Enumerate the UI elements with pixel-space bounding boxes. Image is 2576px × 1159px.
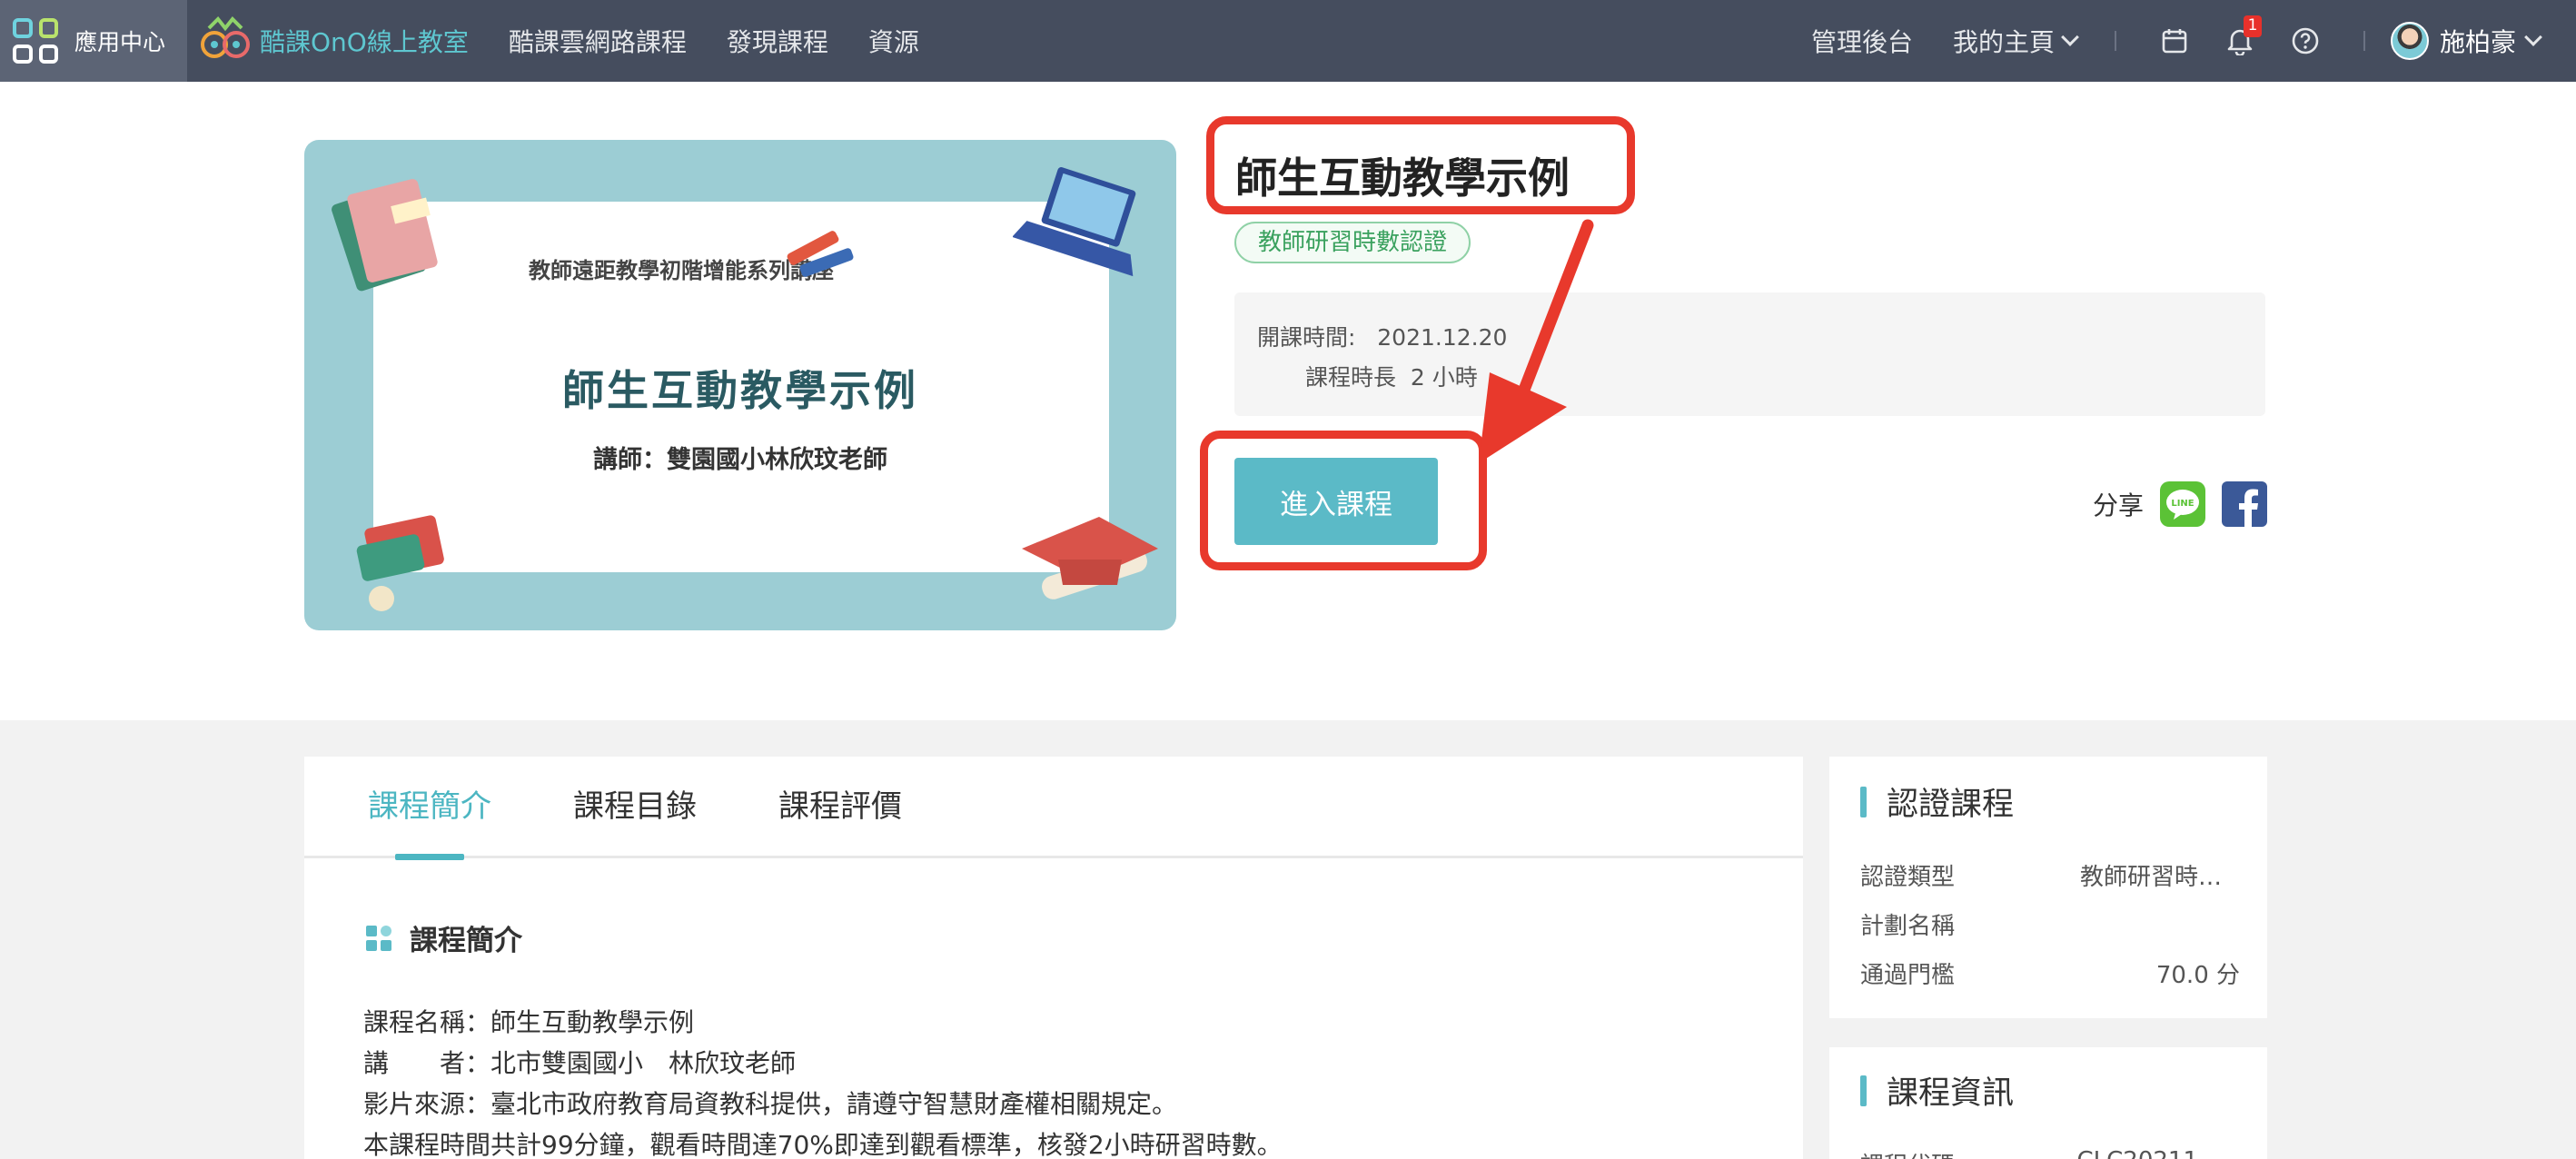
avatar (2390, 22, 2429, 60)
nav-divider (2363, 31, 2365, 51)
start-time-row: 開課時間: 2021.12.20 (1257, 320, 1507, 352)
line-icon: LINE (2166, 490, 2200, 520)
info-card-title-text: 課程資訊 (1887, 1075, 2015, 1112)
course-detail-panel: 課程簡介 課程目錄 課程評價 課程簡介 課程名稱：師生互動教學示例 講 者：北市… (304, 757, 1803, 1159)
notification-badge: 1 (2243, 15, 2262, 37)
cert-card-title: 認證課程 (1860, 778, 2014, 825)
help-icon (2292, 27, 2319, 54)
calendar-icon (2162, 29, 2187, 54)
enter-course-button[interactable]: 進入課程 (1234, 458, 1438, 545)
brand-link[interactable]: 酷課OnO線上教室 (198, 14, 469, 68)
top-nav: 應用中心 酷課OnO線上教室 酷課雲網路課程 發現課程 資源 管理後台 我的主頁 (0, 0, 2576, 82)
start-time-label: 開課時間: (1257, 324, 1356, 351)
crayon-icon (787, 231, 854, 277)
info-card-title: 課程資訊 (1860, 1067, 2014, 1114)
duration-row: 課程時長 2 小時 (1305, 360, 1478, 392)
course-info-box: 開課時間: 2021.12.20 課程時長 2 小時 (1234, 292, 2265, 416)
nav-link-discover[interactable]: 發現課程 (727, 23, 828, 59)
info-row: 課程代碼 CLC20211… (1860, 1147, 2240, 1159)
chevron-down-icon (2061, 28, 2079, 46)
nav-link-admin[interactable]: 管理後台 (1811, 23, 1913, 59)
course-tabs: 課程簡介 課程目錄 課程評價 (304, 756, 1803, 860)
nav-divider (2114, 31, 2116, 51)
course-hero: 教師遠距教學初階增能系列講座 師生互動教學示例 講師：雙園國小林欣玟老師 師生互… (0, 82, 2576, 720)
section-grid-icon (366, 925, 391, 951)
line-icon-text: LINE (2171, 499, 2194, 509)
title-accent-bar (1860, 786, 1867, 817)
intro-section-title: 課程簡介 (366, 917, 522, 958)
intro-line: 課程名稱：師生互動教學示例 (363, 1007, 695, 1037)
facebook-icon (2239, 489, 2259, 527)
chevron-down-icon (2524, 28, 2542, 46)
nav-link-online-courses[interactable]: 酷課雲網路課程 (509, 23, 687, 59)
info-row-value: CLC20211… (2076, 1147, 2222, 1159)
notification-button[interactable]: 1 (2220, 15, 2262, 61)
cert-row: 認證類型 教師研習時… (1860, 858, 2240, 892)
intro-text: 課程名稱：師生互動教學示例 講 者：北市雙園國小 林欣玟老師 影片來源：臺北市政… (363, 1002, 1283, 1159)
annotation-arrow-icon (1479, 219, 1594, 463)
user-menu[interactable]: 施柏豪 (2390, 22, 2542, 60)
facebook-share-button[interactable] (2222, 481, 2268, 527)
my-home-dropdown[interactable]: 我的主頁 (1952, 23, 2079, 59)
app-center-button[interactable]: 應用中心 (0, 0, 187, 82)
my-home-label: 我的主頁 (1952, 27, 2055, 57)
sharpener-icon (356, 515, 444, 611)
intro-line: 影片來源：臺北市政府教育局資教科提供，請遵守智慧財產權相關規定。 (363, 1089, 1178, 1119)
cert-card-title-text: 認證課程 (1887, 787, 2015, 823)
share-bar: 分享 LINE (2093, 481, 2268, 527)
nav-link-resources[interactable]: 資源 (868, 23, 919, 59)
course-cover-image: 教師遠距教學初階增能系列講座 師生互動教學示例 講師：雙園國小林欣玟老師 (304, 140, 1176, 630)
app-grid-icon (13, 18, 58, 64)
intro-line: 本課程時間共計99分鐘，觀看時間達70%即達到觀看標準，核發2小時研習時數。 (363, 1130, 1283, 1159)
intro-line: 講 者：北市雙園國小 林欣玟老師 (363, 1048, 797, 1078)
cert-row: 計劃名稱 (1860, 907, 2240, 941)
cert-row-value: 70.0 分 (2155, 962, 2240, 989)
tab-intro[interactable]: 課程簡介 (368, 756, 491, 860)
laptop-icon (1013, 167, 1136, 277)
cert-row-label: 通過門檻 (1860, 962, 1956, 989)
cert-row-label: 認證類型 (1860, 864, 1956, 891)
help-button[interactable] (2285, 21, 2325, 61)
line-share-button[interactable]: LINE (2160, 481, 2206, 527)
cert-row-value: 教師研習時… (2079, 864, 2222, 891)
title-accent-bar (1860, 1075, 1867, 1106)
cert-course-card: 認證課程 認證類型 教師研習時… 計劃名稱 通過門檻 70.0 分 (1829, 757, 2267, 1018)
tab-catalog[interactable]: 課程目錄 (573, 756, 697, 857)
duration-value: 2 小時 (1410, 364, 1478, 391)
brand-name: 酷課OnO線上教室 (260, 27, 469, 57)
tab-reviews[interactable]: 課程評價 (778, 756, 902, 857)
cert-row: 通過門檻 70.0 分 (1860, 956, 2240, 990)
cover-title: 師生互動教學示例 (562, 366, 918, 415)
owl-logo-icon (201, 16, 250, 58)
cert-row-label: 計劃名稱 (1860, 913, 1956, 940)
course-title: 師生互動教學示例 (1235, 154, 1570, 203)
cert-tag: 教師研習時數認證 (1234, 222, 1471, 263)
notebook-icon (332, 179, 438, 292)
calendar-button[interactable] (2155, 21, 2195, 61)
course-info-card: 課程資訊 課程代碼 CLC20211… (1829, 1047, 2267, 1159)
app-center-label: 應用中心 (74, 29, 166, 55)
graduation-cap-icon (1022, 517, 1158, 599)
intro-section-label: 課程簡介 (410, 925, 522, 957)
cover-lecturer: 講師：雙園國小林欣玟老師 (593, 446, 887, 474)
share-label: 分享 (2093, 490, 2145, 520)
user-name: 施柏豪 (2439, 27, 2516, 57)
info-row-label: 課程代碼 (1860, 1147, 1955, 1159)
duration-label: 課程時長 (1305, 364, 1397, 391)
